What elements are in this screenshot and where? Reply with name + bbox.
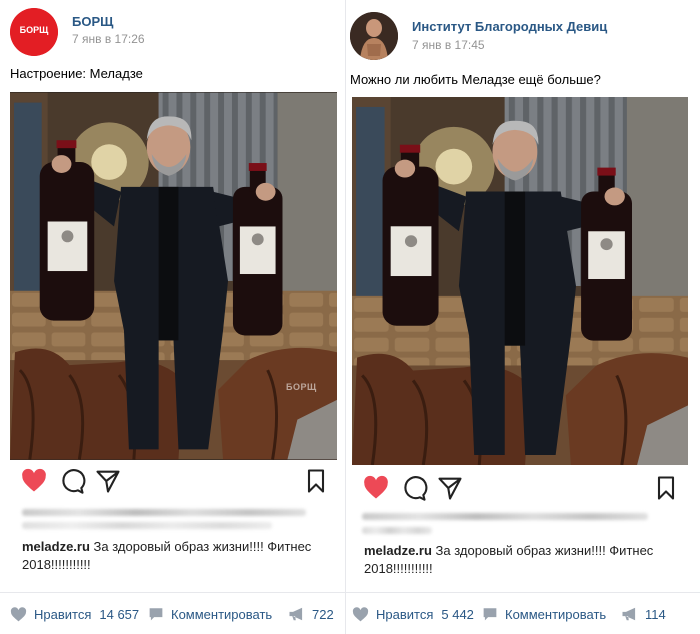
blurred-likes-line xyxy=(362,527,432,534)
share-button[interactable]: 722 xyxy=(288,605,334,623)
share-button[interactable]: 114 xyxy=(621,605,666,623)
comment-bubble-icon xyxy=(483,608,497,621)
caption-text-2: 2018!!!!!!!!!!! xyxy=(22,557,91,572)
like-label: Нравится xyxy=(34,606,92,622)
post-time[interactable]: 7 янв в 17:26 xyxy=(72,32,145,46)
blurred-likes-line xyxy=(362,513,648,520)
caption-user[interactable]: meladze.ru xyxy=(22,539,90,554)
bookmark-icon[interactable] xyxy=(302,467,330,495)
megaphone-icon xyxy=(622,607,636,621)
caption-text-2: 2018!!!!!!!!!!! xyxy=(364,561,433,576)
caption-user[interactable]: meladze.ru xyxy=(364,543,432,558)
like-icon xyxy=(10,606,27,621)
comment-button[interactable]: Комментировать xyxy=(482,605,606,623)
comment-bubble-icon xyxy=(149,608,163,621)
blurred-likes-line xyxy=(22,522,272,529)
insta-caption: meladze.ru За здоровый образ жизни!!!! Ф… xyxy=(22,538,332,574)
comment-icon[interactable] xyxy=(58,467,86,495)
author-name[interactable]: БОРЩ xyxy=(72,14,113,29)
post-header: Институт Благородных Девиц 7 янв в 17:45 xyxy=(350,12,695,62)
comment-label: Комментировать xyxy=(505,606,607,622)
caption-text: За здоровый образ жизни!!!! Фитнес xyxy=(435,543,654,558)
avatar-text: БОРЩ xyxy=(19,25,49,35)
share-count: 114 xyxy=(645,606,666,622)
avatar[interactable]: БОРЩ xyxy=(10,8,58,56)
photo-image xyxy=(10,92,337,460)
avatar-photo xyxy=(350,12,398,60)
like-count: 14 657 xyxy=(99,606,140,622)
like-button[interactable]: Нравится 14 657 xyxy=(10,605,139,623)
post-text: Можно ли любить Меладзе ещё больше? xyxy=(350,72,601,87)
heart-icon[interactable] xyxy=(362,474,390,502)
post-footer: Нравится 14 657 Комментировать 722 xyxy=(0,592,345,632)
share-count: 722 xyxy=(312,606,334,622)
like-count: 5 442 xyxy=(441,606,474,622)
blurred-likes-line xyxy=(22,509,306,516)
like-icon xyxy=(352,606,369,621)
post-header: БОРЩ БОРЩ 7 янв в 17:26 xyxy=(10,8,330,58)
post-borsch: БОРЩ БОРЩ 7 янв в 17:26 Настроение: Мела… xyxy=(0,0,345,634)
post-text: Настроение: Меладзе xyxy=(10,66,143,81)
bookmark-icon[interactable] xyxy=(652,474,680,502)
photo-image xyxy=(352,97,688,465)
megaphone-icon xyxy=(289,607,303,621)
post-institute: Институт Благородных Девиц 7 янв в 17:45… xyxy=(345,0,700,634)
insta-actions xyxy=(362,474,682,504)
photo-watermark: БОРЩ xyxy=(286,382,317,392)
heart-icon[interactable] xyxy=(20,467,48,495)
insta-actions xyxy=(20,467,330,497)
post-photo[interactable] xyxy=(352,97,688,465)
insta-caption: meladze.ru За здоровый образ жизни!!!! Ф… xyxy=(364,542,694,578)
post-footer: Нравится 5 442 Комментировать 114 xyxy=(346,592,700,632)
post-photo[interactable]: БОРЩ xyxy=(10,92,337,460)
share-icon[interactable] xyxy=(436,474,464,502)
comment-label: Комментировать xyxy=(171,606,273,622)
author-name[interactable]: Институт Благородных Девиц xyxy=(412,19,607,34)
like-label: Нравится xyxy=(376,606,434,622)
like-button[interactable]: Нравится 5 442 xyxy=(352,605,474,623)
post-time[interactable]: 7 янв в 17:45 xyxy=(412,38,485,52)
avatar[interactable] xyxy=(350,12,398,60)
comment-icon[interactable] xyxy=(400,474,428,502)
caption-text: За здоровый образ жизни!!!! Фитнес xyxy=(93,539,312,554)
comment-button[interactable]: Комментировать xyxy=(148,605,272,623)
share-icon[interactable] xyxy=(94,467,122,495)
